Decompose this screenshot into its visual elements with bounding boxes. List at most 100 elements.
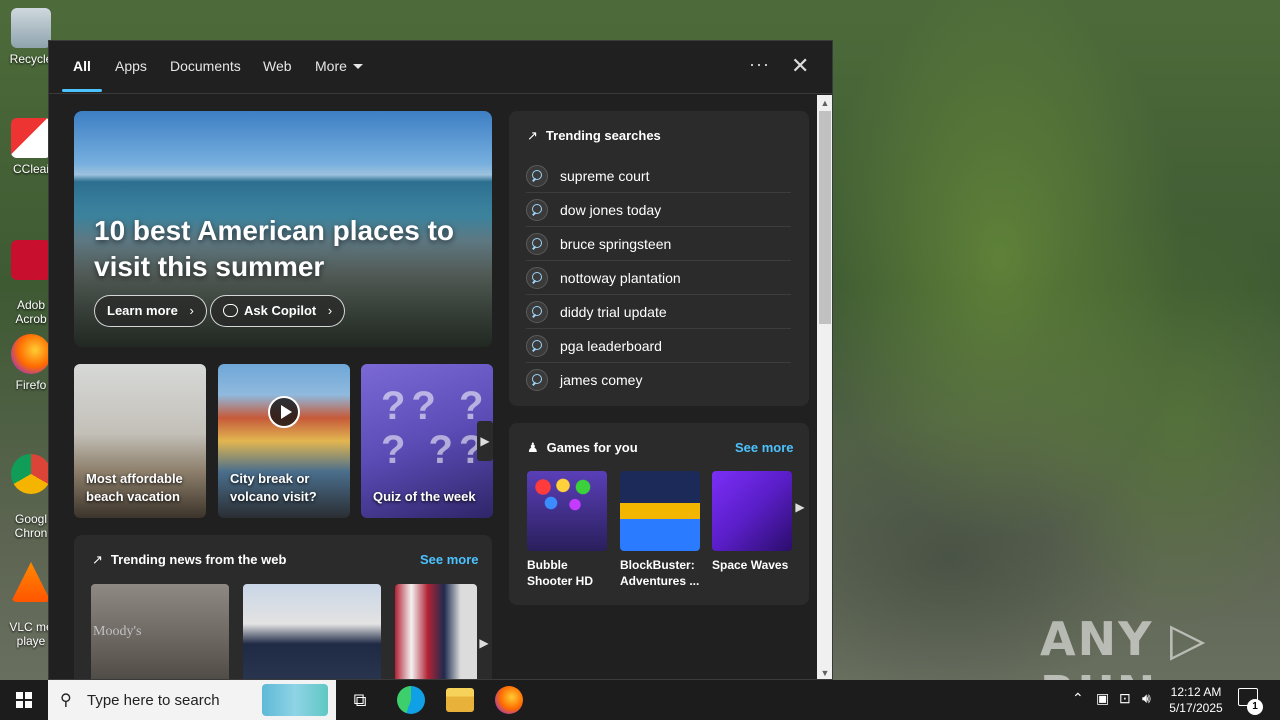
task-view-icon[interactable]: ⧉	[346, 686, 374, 714]
games-title-text: Games for you	[546, 440, 638, 455]
trending-search-item[interactable]: dow jones today	[526, 193, 791, 227]
trending-news-title-text: Trending news from the web	[110, 552, 287, 567]
news-image-politics[interactable]	[395, 584, 477, 679]
card-beach-vacation[interactable]: Most affordable beach vacation	[74, 364, 206, 518]
chat-icon	[223, 304, 238, 317]
scrollbar[interactable]: ▲ ▼	[817, 95, 832, 679]
scroll-thumb[interactable]	[819, 111, 831, 324]
notification-count-badge: 1	[1247, 699, 1263, 715]
firefox-icon	[11, 334, 51, 374]
scroll-down-icon[interactable]: ▼	[817, 665, 832, 679]
acrobat-icon	[11, 240, 51, 280]
search-icon	[526, 369, 548, 391]
chevron-down-icon	[352, 64, 363, 69]
network-icon[interactable]: ⊡	[1119, 690, 1131, 707]
search-icon: ⚲	[60, 692, 72, 709]
trending-search-item[interactable]: nottoway plantation	[526, 261, 791, 295]
games-icon: ♟	[527, 440, 539, 455]
tab-apps[interactable]: Apps	[115, 58, 147, 74]
space-waves-thumbnail	[712, 471, 792, 551]
show-hidden-icons-chevron-icon[interactable]: ⌃	[1072, 690, 1084, 707]
vlc-icon	[11, 562, 51, 602]
taskbar-search-box[interactable]: ⚲ Type here to search	[48, 680, 336, 720]
ccleaner-icon	[11, 118, 51, 158]
recycle-bin-icon	[11, 8, 51, 48]
trending-search-item[interactable]: pga leaderboard	[526, 329, 791, 363]
news-image-supreme-court[interactable]	[243, 584, 381, 679]
games-next-arrow-icon[interactable]: ▶	[793, 487, 807, 527]
trending-news-title: ↗ Trending news from the web	[92, 552, 286, 568]
close-icon[interactable]: ✕	[791, 53, 809, 79]
learn-more-button[interactable]: Learn more ›	[94, 295, 207, 327]
hero-card[interactable]: 10 best American places to visit this su…	[74, 111, 492, 347]
trending-searches-section: ↗ Trending searches supreme court dow jon…	[509, 111, 809, 406]
tab-all[interactable]: All	[73, 58, 91, 74]
games-title: ♟ Games for you	[527, 440, 638, 456]
tab-more[interactable]: More	[315, 58, 363, 74]
taskbar: ⚲ Type here to search ⧉ ⌃ ▣ ⊡ 🔊︎ 12:12 A…	[0, 680, 1280, 720]
scroll-up-icon[interactable]: ▲	[817, 95, 832, 111]
card-city-break-video[interactable]: City break or volcano visit?	[218, 364, 350, 518]
clock-date: 5/17/2025	[1169, 701, 1223, 715]
game-space-waves[interactable]: Space Waves	[712, 471, 792, 573]
blockbuster-thumbnail	[620, 471, 700, 551]
card-label: Most affordable beach vacation	[86, 471, 183, 504]
tab-web[interactable]: Web	[263, 58, 292, 74]
card-quiz-of-the-week[interactable]: ?? ?? ?? Quiz of the week	[361, 364, 493, 518]
search-icon	[526, 165, 548, 187]
trending-search-item[interactable]: supreme court	[526, 159, 791, 193]
news-next-arrow-icon[interactable]: ▶	[477, 623, 491, 663]
start-button[interactable]	[0, 680, 48, 720]
volume-icon[interactable]: 🔊︎	[1142, 690, 1151, 707]
chrome-icon	[11, 454, 51, 494]
trending-search-text: pga leaderboard	[560, 338, 662, 354]
trending-search-item[interactable]: diddy trial update	[526, 295, 791, 329]
trending-news-see-more-link[interactable]: See more	[420, 552, 479, 567]
trending-search-text: dow jones today	[560, 202, 662, 218]
cards-next-arrow-icon[interactable]: ▶	[477, 421, 493, 461]
desktop-icon-label: CCleai	[12, 162, 49, 176]
tab-documents[interactable]: Documents	[170, 58, 241, 74]
windows-logo-icon	[16, 692, 32, 708]
desktop-icon-label: VLC me playe	[9, 620, 53, 648]
trending-search-item[interactable]: bruce springsteen	[526, 227, 791, 261]
more-options-icon[interactable]: ···	[749, 54, 770, 75]
hero-title: 10 best American places to visit this su…	[94, 215, 455, 282]
tab-more-label: More	[315, 58, 347, 74]
search-icon	[526, 301, 548, 323]
taskbar-clock[interactable]: 12:12 AM 5/17/2025	[1164, 684, 1228, 716]
desktop-icon-label: Recycle	[9, 52, 53, 66]
search-placeholder: Type here to search	[87, 692, 220, 709]
game-bubble-shooter[interactable]: Bubble Shooter HD	[527, 471, 607, 589]
edge-taskbar-icon[interactable]	[397, 686, 425, 714]
game-blockbuster[interactable]: BlockBuster: Adventures ...	[620, 471, 700, 589]
firefox-taskbar-icon[interactable]	[495, 686, 523, 714]
card-label: Quiz of the week	[373, 489, 476, 504]
card-label: City break or volcano visit?	[230, 471, 317, 504]
clock-time: 12:12 AM	[1170, 685, 1222, 699]
search-content: 10 best American places to visit this su…	[49, 95, 817, 679]
search-icon	[526, 267, 548, 289]
desktop-icon-label: Adob Acrob	[15, 298, 47, 326]
learn-more-label: Learn more	[107, 303, 178, 318]
trending-searches-title-text: Trending searches	[545, 128, 661, 143]
ask-copilot-label: Ask Copilot	[244, 303, 317, 318]
search-icon	[526, 335, 548, 357]
game-label: BlockBuster: Adventures ...	[620, 558, 700, 588]
game-label: Bubble Shooter HD	[527, 558, 593, 588]
trending-icon: ↗	[527, 128, 538, 143]
search-panel: All Apps Documents Web More ··· ✕ 10 bes…	[48, 40, 833, 680]
question-marks-icon: ?? ?? ??	[381, 384, 490, 472]
search-highlight-illustration	[262, 684, 328, 716]
search-icon	[526, 233, 548, 255]
play-icon[interactable]	[268, 396, 300, 428]
meet-now-icon[interactable]: ▣	[1096, 690, 1109, 707]
news-image-caption: Moody's	[93, 624, 142, 639]
ask-copilot-button[interactable]: Ask Copilot ›	[210, 295, 346, 327]
trending-search-item[interactable]: james comey	[526, 363, 791, 397]
bubble-shooter-thumbnail	[527, 471, 607, 551]
games-see-more-link[interactable]: See more	[735, 440, 794, 455]
file-explorer-icon[interactable]	[446, 688, 474, 712]
game-label: Space Waves	[712, 558, 789, 572]
news-image-moodys[interactable]: Moody's	[91, 584, 229, 679]
